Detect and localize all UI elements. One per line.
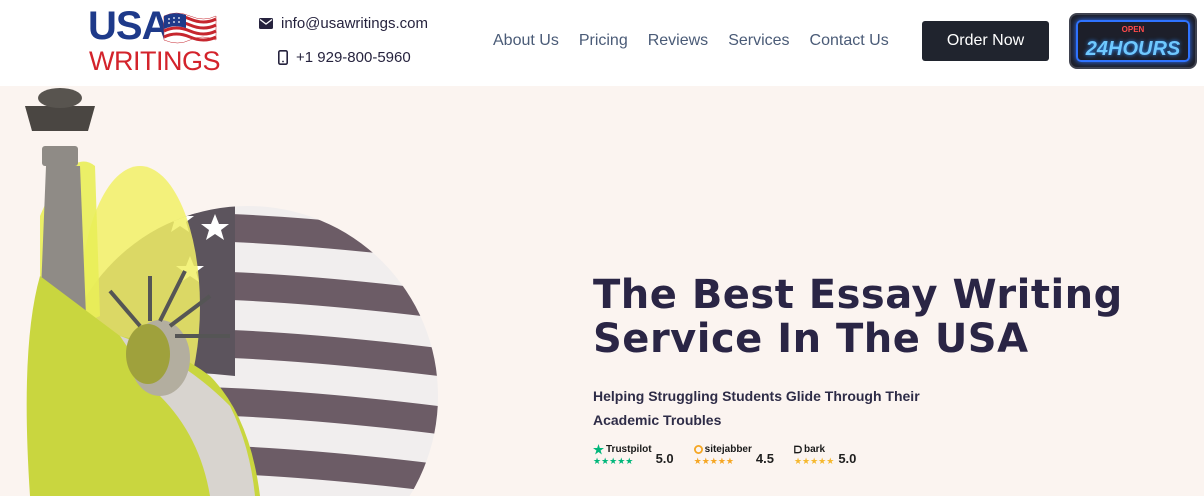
nav-reviews[interactable]: Reviews bbox=[648, 31, 708, 51]
main-nav: About Us Pricing Reviews Services Contac… bbox=[493, 31, 889, 51]
nav-pricing[interactable]: Pricing bbox=[579, 31, 628, 51]
rating-badges: Trustpilot ★★★★★ 5.0 sitejabber ★★★★★ 4.… bbox=[593, 442, 856, 466]
hero-headline: The Best Essay Writing Service In The US… bbox=[593, 272, 1123, 362]
rating-sitejabber[interactable]: sitejabber ★★★★★ 4.5 bbox=[693, 442, 774, 466]
phone-contact[interactable]: +1 929-800-5960 bbox=[278, 49, 411, 66]
rating-trustpilot[interactable]: Trustpilot ★★★★★ 5.0 bbox=[593, 442, 674, 466]
sitejabber-brand: sitejabber ★★★★★ bbox=[693, 442, 752, 466]
nav-contact-us[interactable]: Contact Us bbox=[810, 31, 889, 51]
site-header: USA WRITINGS info@usawritings.com +1 929… bbox=[0, 0, 1204, 86]
logo-usa-text: USA bbox=[88, 4, 170, 48]
envelope-icon bbox=[259, 18, 273, 29]
open-24-hours-sign: OPEN 24HOURS bbox=[1069, 13, 1197, 69]
sitejabber-stars-icon: ★★★★★ bbox=[693, 456, 734, 466]
email-address[interactable]: info@usawritings.com bbox=[281, 15, 428, 32]
sitejabber-icon bbox=[693, 444, 703, 454]
flag-icon bbox=[163, 12, 217, 44]
mobile-phone-icon bbox=[278, 50, 288, 65]
order-now-button[interactable]: Order Now bbox=[922, 21, 1049, 61]
statue-of-liberty-flag-illustration bbox=[25, 88, 438, 496]
site-logo[interactable]: USA WRITINGS bbox=[88, 6, 228, 78]
email-contact[interactable]: info@usawritings.com bbox=[259, 15, 428, 32]
bark-logo: bark bbox=[794, 442, 834, 456]
bark-score: 5.0 bbox=[838, 451, 857, 466]
bark-brand: bark ★★★★★ bbox=[793, 442, 835, 467]
nav-about-us[interactable]: About Us bbox=[493, 31, 559, 51]
bark-icon bbox=[794, 445, 802, 453]
sitejabber-score: 4.5 bbox=[755, 451, 774, 466]
trustpilot-logo: Trustpilot bbox=[593, 442, 652, 456]
open-sign-hours: 24HOURS bbox=[1085, 38, 1181, 60]
trustpilot-stars-icon: ★★★★★ bbox=[593, 456, 634, 466]
phone-number[interactable]: +1 929-800-5960 bbox=[296, 49, 411, 66]
hero-subline: Helping Struggling Students Glide Throug… bbox=[593, 388, 920, 428]
rating-bark[interactable]: bark ★★★★★ 5.0 bbox=[793, 442, 857, 467]
trustpilot-score: 5.0 bbox=[655, 451, 674, 466]
open-sign-label: OPEN bbox=[1121, 25, 1145, 34]
bark-stars-icon: ★★★★★ bbox=[793, 456, 835, 466]
sitejabber-logo: sitejabber bbox=[693, 442, 752, 456]
trustpilot-star-icon bbox=[593, 443, 604, 454]
logo-writings-text: WRITINGS bbox=[89, 46, 221, 76]
nav-services[interactable]: Services bbox=[728, 31, 789, 51]
trustpilot-brand: Trustpilot ★★★★★ bbox=[593, 442, 652, 466]
